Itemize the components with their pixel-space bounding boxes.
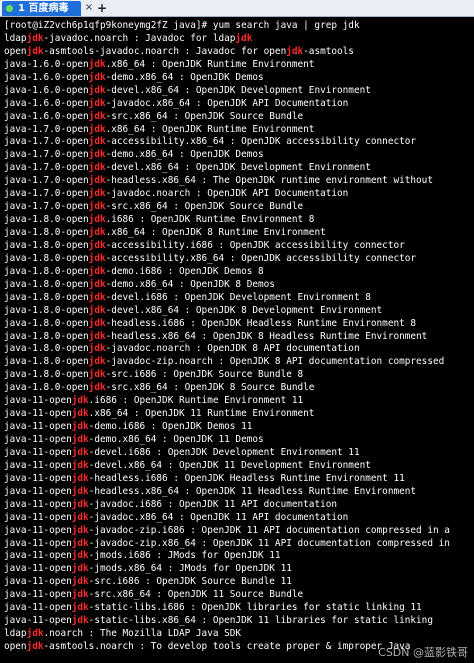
terminal-line: java-1.7.0-openjdk-src.x86_64 : OpenJDK … [4, 201, 304, 213]
terminal-line: java-1.7.0-openjdk-devel.x86_64 : OpenJD… [4, 162, 371, 174]
terminal-line: java-11-openjdk-devel.x86_64 : OpenJDK 1… [4, 459, 371, 471]
terminal-line: openjdk-asmtools-javadoc.noarch : Javado… [4, 45, 354, 57]
terminal-line: java-1.6.0-openjdk-src.x86_64 : OpenJDK … [4, 110, 304, 122]
terminal-line: java-1.8.0-openjdk-accessibility.x86_64 … [4, 252, 417, 264]
terminal-line: java-11-openjdk-demo.i686 : OpenJDK Demo… [4, 421, 253, 433]
terminal-line: java-1.6.0-openjdk-devel.x86_64 : OpenJD… [4, 84, 371, 96]
terminal-line: java-1.7.0-openjdk-accessibility.x86_64 … [4, 136, 417, 148]
terminal-line: java-1.8.0-openjdk.x86_64 : OpenJDK 8 Ru… [4, 227, 326, 238]
terminal-line: java-1.6.0-openjdk-demo.x86_64 : OpenJDK… [4, 71, 264, 83]
terminal-line: java-1.7.0-openjdk-javadoc.noarch : Open… [4, 188, 349, 200]
terminal-line: ldapjdk.noarch : The Mozilla LDAP Java S… [4, 628, 242, 640]
watermark: CSDN @蓝影铁哥 [378, 646, 468, 659]
terminal-line: ldapjdk-javadoc.noarch : Javadoc for lda… [4, 32, 253, 44]
terminal-line: java-11-openjdk-src.x86_64 : OpenJDK 11 … [4, 589, 304, 601]
terminal-line: java-1.8.0-openjdk-devel.i686 : OpenJDK … [4, 291, 371, 303]
terminal-line: java-1.6.0-openjdk.x86_64 : OpenJDK Runt… [4, 58, 315, 70]
terminal-output[interactable]: [root@iZ2vch6p1qfp9koneymg2fZ java]# yum… [4, 20, 474, 663]
terminal-line: java-1.8.0-openjdk-src.x86_64 : OpenJDK … [4, 382, 315, 394]
tab-bar: 1 百度病毒 × + [0, 0, 474, 17]
connection-status-icon [6, 5, 13, 12]
tab-label: 1 百度病毒 [18, 3, 69, 14]
terminal-line: java-1.8.0-openjdk-devel.x86_64 : OpenJD… [4, 304, 383, 316]
terminal-line: java-11-openjdk-devel.i686 : OpenJDK Dev… [4, 446, 360, 458]
terminal-line: java-1.8.0-openjdk-headless.x86_64 : Ope… [4, 330, 428, 342]
terminal-line: [root@iZ2vch6p1qfp9koneymg2fZ java]# yum… [4, 20, 360, 31]
terminal-line: java-11-openjdk-static-libs.x86_64 : Ope… [4, 615, 433, 627]
terminal-line: java-1.8.0-openjdk-headless.i686 : OpenJ… [4, 317, 417, 329]
terminal-line: java-11-openjdk-jmods.x86_64 : JMods for… [4, 563, 292, 575]
terminal-line: java-11-openjdk-src.i686 : OpenJDK Sourc… [4, 576, 292, 588]
terminal-line: java-11-openjdk-headless.i686 : OpenJDK … [4, 472, 405, 484]
terminal-line: java-11-openjdk-javadoc-zip.i686 : OpenJ… [4, 524, 450, 536]
terminal-line: java-1.8.0-openjdk-javadoc-zip.noarch : … [4, 356, 445, 368]
terminal-line: java-11-openjdk.i686 : OpenJDK Runtime E… [4, 395, 304, 407]
terminal-line: java-11-openjdk-demo.x86_64 : OpenJDK 11… [4, 434, 264, 445]
terminal-line: java-1.7.0-openjdk.x86_64 : OpenJDK Runt… [4, 123, 315, 135]
terminal-line: java-1.7.0-openjdk-demo.x86_64 : OpenJDK… [4, 149, 264, 161]
terminal-line: java-1.8.0-openjdk-accessibility.i686 : … [4, 239, 405, 251]
terminal-line: java-1.6.0-openjdk-javadoc.x86_64 : Open… [4, 97, 349, 109]
terminal-line: java-1.8.0-openjdk-javadoc.noarch : Open… [4, 343, 360, 355]
terminal-line: java-11-openjdk-jmods.i686 : JMods for O… [4, 550, 281, 562]
terminal-line: java-11-openjdk-javadoc-zip.x86_64 : Ope… [4, 537, 450, 549]
terminal-line: java-1.8.0-openjdk-demo.i686 : OpenJDK D… [4, 265, 264, 277]
terminal-line: java-1.8.0-openjdk-src.i686 : OpenJDK So… [4, 369, 304, 381]
terminal-line: java-11-openjdk-headless.x86_64 : OpenJD… [4, 485, 417, 497]
tab-session[interactable]: 1 百度病毒 [2, 1, 81, 16]
add-tab-icon[interactable]: + [96, 1, 108, 15]
terminal-line: java-11-openjdk-javadoc.i686 : OpenJDK 1… [4, 498, 338, 510]
terminal-line: java-11-openjdk.x86_64 : OpenJDK 11 Runt… [4, 408, 315, 420]
terminal-line: java-1.8.0-openjdk-demo.x86_64 : OpenJDK… [4, 278, 275, 290]
terminal-line: java-1.8.0-openjdk.i686 : OpenJDK Runtim… [4, 214, 315, 226]
close-icon[interactable]: × [83, 1, 95, 15]
terminal-line: java-11-openjdk-static-libs.i686 : OpenJ… [4, 602, 422, 614]
terminal-line: java-11-openjdk-javadoc.x86_64 : OpenJDK… [4, 511, 349, 523]
terminal-line: java-1.7.0-openjdk-headless.x86_64 : The… [4, 175, 433, 187]
